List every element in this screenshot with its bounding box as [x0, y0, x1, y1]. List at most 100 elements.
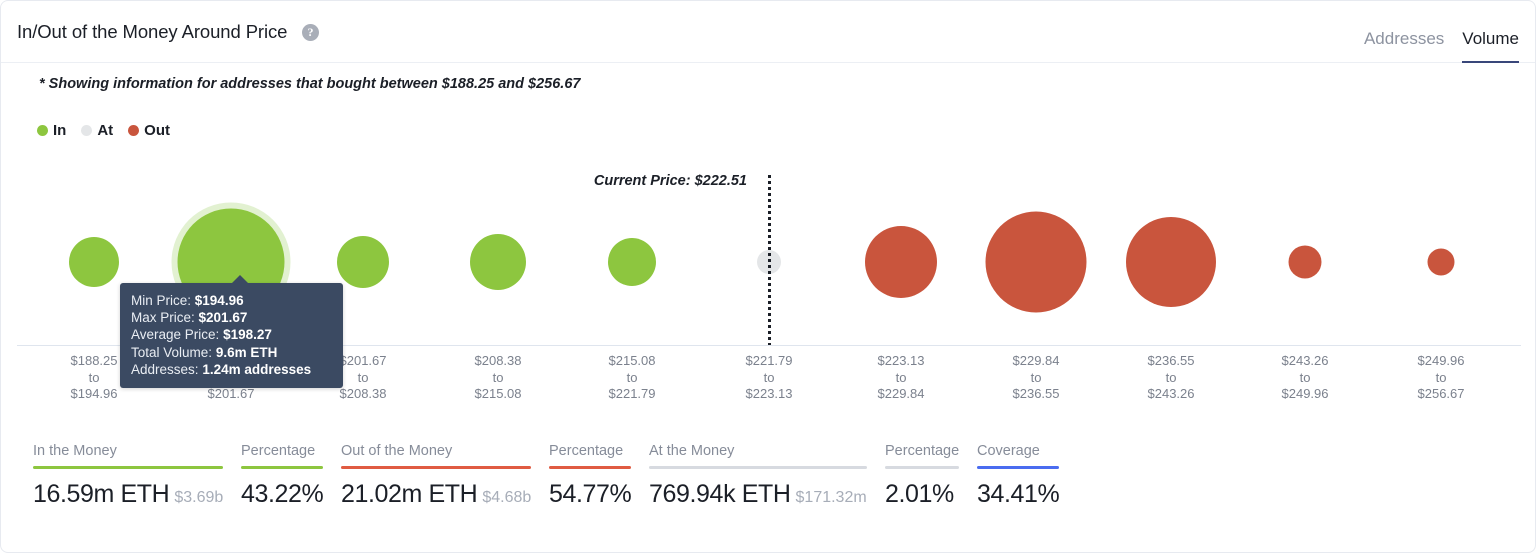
x-label-min: $229.84: [1012, 353, 1060, 368]
tooltip-row-4: Addresses: 1.24m addresses: [131, 361, 332, 378]
legend-label-at: At: [97, 122, 114, 139]
x-label-max: $221.79: [608, 386, 656, 401]
x-axis-label-0: $188.25 to $194.96: [71, 353, 118, 403]
stat-percentage-3: Percentage 54.77%: [549, 443, 632, 509]
stat-value: 16.59m ETH $3.69b: [33, 479, 224, 508]
tooltip-arrow-icon: [231, 275, 249, 284]
tooltip-value: $198.27: [223, 327, 272, 343]
tab-volume[interactable]: Volume: [1462, 29, 1519, 63]
legend-label-in: In: [53, 122, 67, 139]
x-label-to: to: [1435, 369, 1447, 385]
x-label-to: to: [88, 369, 100, 385]
x-axis-label-3: $208.38 to $215.08: [475, 353, 522, 403]
card-header: In/Out of the Money Around Price ? Addre…: [1, 1, 1535, 63]
x-label-to: to: [1165, 369, 1177, 385]
stat-value: 54.77%: [549, 479, 632, 508]
legend-item-at: At: [81, 122, 113, 139]
legend-label-out: Out: [144, 122, 170, 139]
stat-subvalue: $171.32m: [795, 488, 867, 506]
bubble-out-8[interactable]: [1126, 217, 1216, 307]
stat-value: 769.94k ETH $171.32m: [649, 479, 867, 508]
x-label-max: $243.26: [1147, 386, 1195, 401]
page-title: In/Out of the Money Around Price: [17, 21, 288, 42]
stat-value: 34.41%: [977, 479, 1060, 508]
tooltip-value: $194.96: [194, 293, 244, 308]
tooltip-value: 1.24m addresses: [202, 361, 312, 377]
stat-label: Coverage: [977, 443, 1040, 459]
tooltip-row-2: Average Price: $198.27: [131, 326, 332, 343]
x-label-min: $249.96: [1417, 353, 1465, 368]
summary-stats: In the Money 16.59m ETH $3.69b Percentage 43…: [33, 443, 1077, 509]
bubble-in-4[interactable]: [608, 238, 656, 286]
tab-addresses[interactable]: Addresses: [1364, 29, 1444, 63]
stat-subvalue: $3.69b: [174, 488, 224, 506]
bubble-out-10[interactable]: [1427, 248, 1455, 276]
x-label-to: to: [492, 369, 504, 385]
question-mark-icon[interactable]: ?: [302, 24, 319, 41]
tooltip-key: Addresses:: [131, 361, 199, 377]
x-axis-label-7: $229.84 to $236.55: [1013, 353, 1060, 403]
tooltip-key: Max Price:: [131, 310, 195, 326]
stat-label: Percentage: [885, 443, 960, 459]
bubble-out-7[interactable]: [985, 211, 1087, 313]
stat-at-the-money-4: At the Money 769.94k ETH $171.32m: [649, 443, 867, 509]
x-axis-label-9: $243.26 to $249.96: [1282, 353, 1329, 403]
x-label-max: $229.84: [877, 386, 925, 401]
tooltip-value: $201.67: [198, 310, 248, 326]
stat-value: 43.22%: [241, 479, 324, 508]
stat-rule: [649, 466, 867, 469]
legend-item-out: Out: [128, 122, 170, 139]
stat-value: 2.01%: [885, 479, 954, 508]
legend: In At Out: [37, 122, 178, 139]
x-axis-label-10: $249.96 to $256.67: [1418, 353, 1465, 403]
stat-label: Percentage: [241, 443, 316, 459]
x-label-max: $236.55: [1012, 386, 1060, 401]
stat-rule: [33, 466, 223, 469]
stat-in-the-money-0: In the Money 16.59m ETH $3.69b: [33, 443, 223, 509]
stat-out-of-the-money-2: Out of the Money 21.02m ETH $4.68b: [341, 443, 531, 509]
bubble-in-2[interactable]: [337, 236, 389, 288]
tooltip-value: 9.6m ETH: [215, 344, 278, 360]
x-axis-label-8: $236.55 to $243.26: [1148, 353, 1195, 403]
stat-label: In the Money: [33, 443, 117, 459]
tab-bar: Addresses Volume: [1364, 17, 1519, 63]
stat-rule: [341, 466, 531, 469]
legend-item-in: In: [37, 122, 66, 139]
bubble-in-3[interactable]: [470, 234, 526, 290]
x-label-min: $223.13: [877, 353, 925, 368]
current-price-line: [768, 175, 771, 346]
in-out-money-card: In/Out of the Money Around Price ? Addre…: [0, 0, 1536, 553]
stat-coverage-6: Coverage 34.41%: [977, 443, 1060, 509]
x-label-max: $208.38: [339, 386, 387, 401]
stat-rule: [549, 466, 631, 469]
bubble-tooltip: Min Price: $194.96 Max Price: $201.67 Aver…: [120, 275, 343, 389]
range-note: * Showing information for addresses that…: [39, 76, 581, 92]
x-label-to: to: [626, 369, 638, 385]
bubble-out-9[interactable]: [1288, 245, 1322, 279]
tooltip-row-0: Min Price: $194.96: [131, 292, 332, 309]
x-label-max: $249.96: [1281, 386, 1329, 401]
x-label-to: to: [357, 369, 369, 385]
stat-percentage-5: Percentage 2.01%: [885, 443, 959, 509]
x-label-min: $208.38: [474, 353, 522, 368]
current-price-label: Current Price: $222.51: [593, 173, 747, 189]
x-axis-label-2: $201.67 to $208.38: [340, 353, 387, 403]
x-label-to: to: [763, 369, 775, 385]
stat-subvalue: $4.68b: [482, 488, 532, 506]
stat-rule: [885, 466, 959, 469]
x-label-max: $194.96: [70, 386, 118, 401]
stat-rule: [977, 466, 1059, 469]
bubble-out-6[interactable]: [865, 226, 937, 298]
bubble-in-0[interactable]: [69, 237, 119, 287]
x-label-to: to: [1299, 369, 1311, 385]
x-axis-label-6: $223.13 to $229.84: [878, 353, 925, 403]
tooltip-key: Average Price:: [131, 327, 220, 343]
tooltip-key: Min Price:: [131, 293, 192, 308]
stat-rule: [241, 466, 323, 469]
x-label-max: $223.13: [745, 386, 793, 401]
x-label-min: $188.25: [70, 353, 118, 368]
stat-label: Out of the Money: [341, 443, 453, 459]
x-label-min: $201.67: [339, 353, 387, 368]
stat-value: 21.02m ETH $4.68b: [341, 479, 532, 508]
tooltip-row-3: Total Volume: 9.6m ETH: [131, 344, 332, 361]
